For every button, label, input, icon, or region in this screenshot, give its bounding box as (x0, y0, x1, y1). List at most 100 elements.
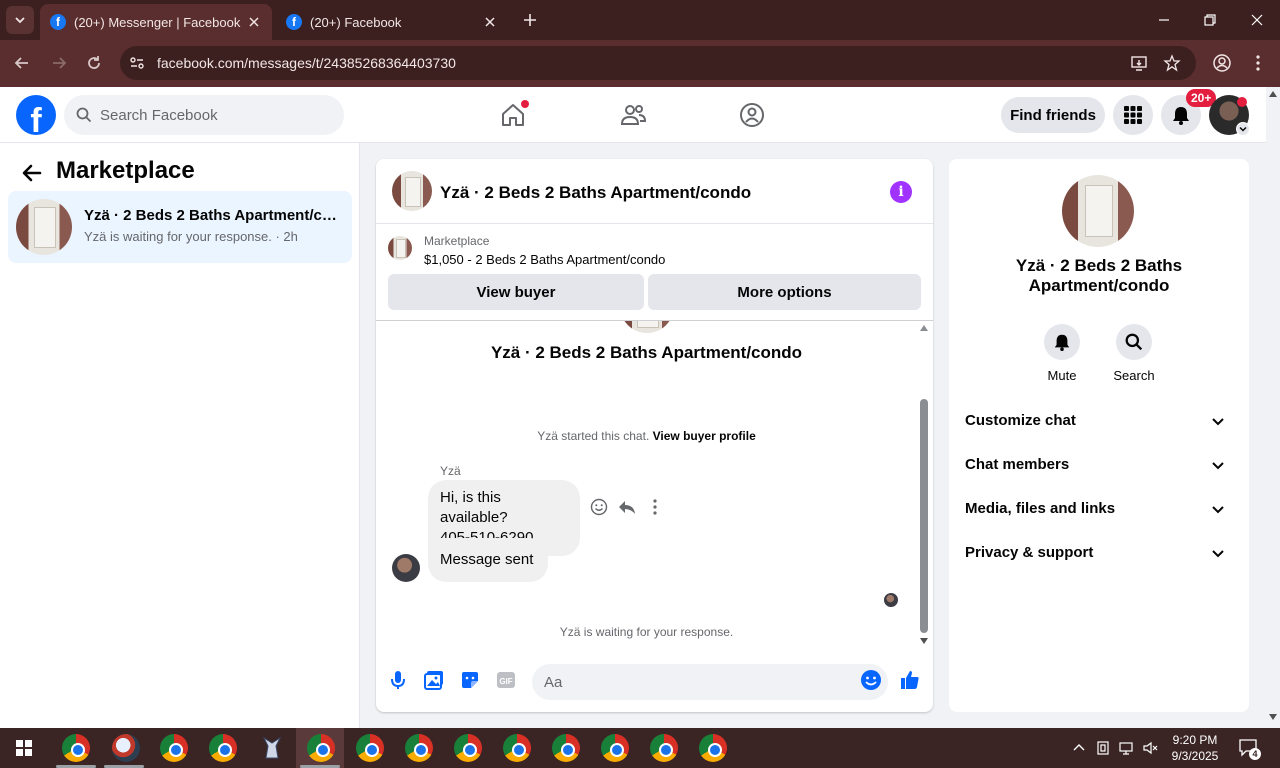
facebook-favicon-icon: f (50, 14, 66, 30)
chrome-app-icon[interactable] (552, 734, 580, 762)
listing-price-title[interactable]: $1,050 - 2 Beds 2 Baths Apartment/condo (424, 252, 665, 267)
info-icon[interactable]: i (890, 181, 912, 203)
menu-button[interactable] (1113, 95, 1153, 135)
view-buyer-profile-link[interactable]: View buyer profile (653, 429, 756, 443)
chevron-up-icon[interactable] (1071, 740, 1087, 756)
more-icon[interactable] (645, 497, 665, 517)
chat-title[interactable]: Yzä · 2 Beds 2 Baths Apartment/condo (440, 183, 751, 203)
chevron-down-icon (1212, 462, 1224, 470)
paint-app-icon[interactable] (112, 734, 140, 762)
bell-icon (1054, 334, 1070, 351)
scroll-down-icon[interactable] (920, 638, 928, 644)
system-clock[interactable]: 9:20 PM 9/3/2025 (1160, 732, 1230, 764)
chrome-app-icon[interactable] (650, 734, 678, 762)
install-app-icon[interactable] (1130, 54, 1148, 72)
react-icon[interactable] (589, 497, 609, 517)
browser-menu-icon[interactable] (1247, 52, 1269, 74)
back-icon[interactable] (11, 52, 33, 74)
tab-facebook[interactable]: f (20+) Facebook (276, 4, 508, 40)
section-label: Privacy & support (965, 544, 1094, 561)
windows-start-icon[interactable] (16, 740, 32, 756)
close-icon[interactable] (246, 14, 262, 30)
new-tab-icon[interactable] (520, 10, 540, 30)
bell-icon (1173, 107, 1189, 125)
microphone-icon[interactable] (387, 669, 409, 691)
chrome-app-icon[interactable] (699, 734, 727, 762)
profile-icon[interactable] (1211, 52, 1233, 74)
omnibox[interactable]: facebook.com/messages/t/2438526836440373… (120, 46, 1196, 80)
scroll-down-icon[interactable] (1269, 714, 1277, 720)
chat-scrollbar[interactable] (917, 321, 931, 648)
browser-tab-bar: f (20+) Messenger | Facebook f (20+) Fac… (0, 0, 1280, 40)
scroll-up-icon[interactable] (1269, 91, 1277, 97)
privacy-support-section[interactable]: Privacy & support (965, 533, 1233, 573)
scroll-up-icon[interactable] (920, 325, 928, 331)
chrome-app-icon[interactable] (601, 734, 629, 762)
star-icon[interactable] (1163, 54, 1181, 72)
customize-chat-section[interactable]: Customize chat (965, 401, 1233, 441)
chat-panel: Yzä · 2 Beds 2 Baths Apartment/condo i M… (376, 159, 933, 712)
volume-muted-icon[interactable] (1142, 740, 1158, 756)
search-input[interactable] (100, 95, 336, 135)
listing-thumbnail[interactable] (392, 171, 432, 211)
gif-icon[interactable]: GIF (495, 669, 517, 691)
chrome-app-icon[interactable] (454, 734, 482, 762)
conversation-item[interactable]: Yzä · 2 Beds 2 Baths Apartment/condo Yzä… (8, 191, 352, 263)
message-thread[interactable]: Yzä · 2 Beds 2 Baths Apartment/condo Yzä… (376, 321, 933, 648)
sender-avatar[interactable] (392, 554, 420, 582)
minimize-icon[interactable] (1154, 10, 1174, 30)
listing-thumbnail[interactable] (1062, 175, 1134, 247)
search-action[interactable]: Search (1104, 324, 1164, 383)
thumbs-up-icon[interactable] (899, 669, 921, 691)
find-friends-button[interactable]: Find friends (1001, 97, 1105, 133)
facebook-logo-icon[interactable]: f (16, 95, 56, 135)
back-arrow-icon[interactable] (20, 161, 44, 185)
close-icon[interactable] (482, 14, 498, 30)
close-window-icon[interactable] (1247, 10, 1267, 30)
facebook-header: f Find friends (0, 87, 1266, 143)
chrome-app-icon[interactable] (160, 734, 188, 762)
tab-search-button[interactable] (6, 6, 34, 34)
tab-messenger[interactable]: f (20+) Messenger | Facebook (40, 4, 272, 40)
section-label: Media, files and links (965, 500, 1116, 517)
sticker-icon[interactable] (459, 669, 481, 691)
groups-icon[interactable] (738, 101, 766, 129)
photo-icon[interactable] (423, 669, 445, 691)
restore-icon[interactable] (1200, 10, 1220, 30)
chrome-app-icon[interactable] (356, 734, 384, 762)
chrome-app-icon[interactable] (62, 734, 90, 762)
forward-icon[interactable] (48, 52, 70, 74)
more-options-button[interactable]: More options (648, 274, 921, 310)
message-input[interactable] (532, 664, 888, 700)
site-settings-icon[interactable] (128, 54, 146, 72)
url-text: facebook.com/messages/t/2438526836440373… (157, 55, 456, 71)
emoji-icon[interactable] (860, 669, 882, 691)
chrome-app-icon[interactable] (503, 734, 531, 762)
search-icon (1125, 333, 1143, 351)
message-composer: GIF (376, 656, 933, 708)
screen-icon[interactable] (1095, 740, 1111, 756)
grid-menu-icon (1124, 106, 1142, 124)
friends-icon[interactable] (619, 101, 647, 129)
chat-started-text: Yzä started this chat. (537, 429, 650, 443)
reply-icon[interactable] (617, 497, 637, 517)
account-dropdown[interactable] (1236, 122, 1250, 136)
scrollbar-thumb[interactable] (920, 399, 928, 633)
chrome-app-icon[interactable] (307, 734, 335, 762)
chat-started-notice: Yzä started this chat. View buyer profil… (376, 429, 917, 443)
page-scrollbar[interactable] (1266, 87, 1280, 728)
home-notification-dot (521, 100, 529, 108)
game-app-icon[interactable] (258, 734, 286, 762)
reload-icon[interactable] (83, 52, 105, 74)
chat-members-section[interactable]: Chat members (965, 445, 1233, 485)
view-buyer-button[interactable]: View buyer (388, 274, 644, 310)
message-bubble[interactable]: Message sent (428, 538, 548, 582)
network-icon[interactable] (1119, 740, 1135, 756)
chrome-app-icon[interactable] (209, 734, 237, 762)
facebook-search-box[interactable] (64, 95, 344, 135)
section-label: Chat members (965, 456, 1070, 473)
conversation-heading: Yzä · 2 Beds 2 Baths Apartment/condo (490, 343, 803, 362)
mute-action[interactable]: Mute (1032, 324, 1092, 383)
media-files-links-section[interactable]: Media, files and links (965, 489, 1233, 529)
chrome-app-icon[interactable] (405, 734, 433, 762)
